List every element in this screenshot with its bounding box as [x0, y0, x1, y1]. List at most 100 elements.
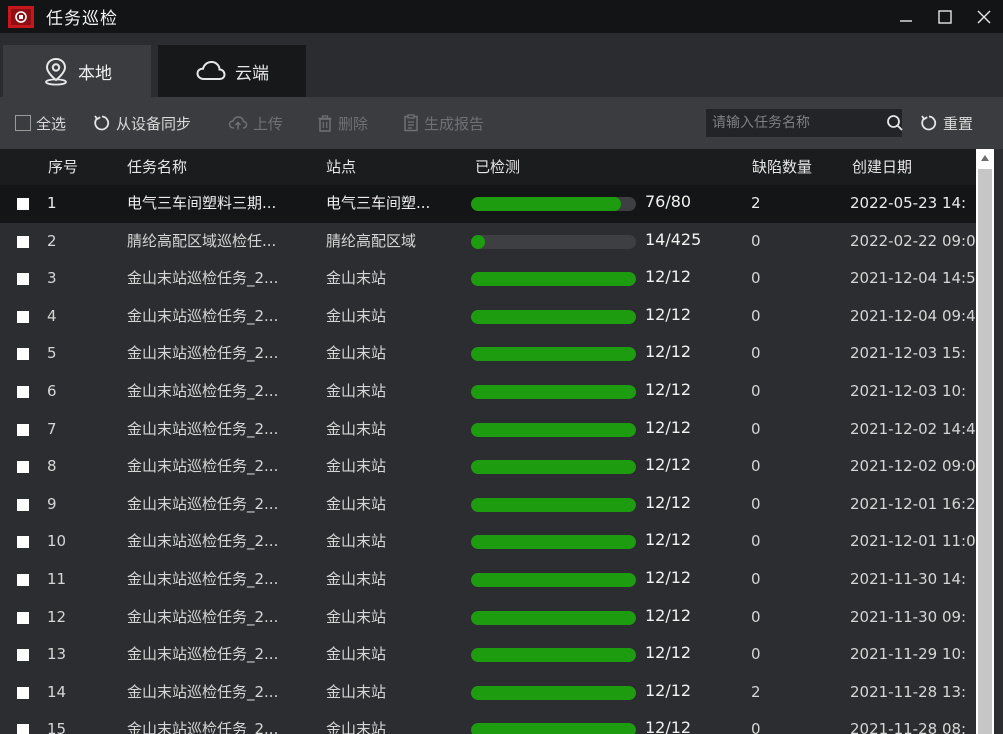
row-progress-text: 12/12 [645, 567, 692, 587]
table-row[interactable]: 7 金山末站巡检任务_2... 金山末站 12/12 0 2021-12-02 14:4 [0, 411, 976, 449]
table-header: 序号 任务名称 站点 已检测 缺陷数量 创建日期 [0, 149, 976, 185]
table-row[interactable]: 8 金山末站巡检任务_2... 金山末站 12/12 0 2021-12-02 09:0 [0, 448, 976, 486]
column-header-index[interactable]: 序号 [48, 149, 78, 185]
row-task-name: 金山末站巡检任务_2... [127, 682, 279, 701]
row-created-date: 2021-12-03 15: [850, 344, 967, 363]
row-site: 金山末站 [326, 532, 387, 551]
row-created-date: 2021-11-30 09: [850, 607, 967, 626]
vertical-scrollbar[interactable] [976, 149, 994, 734]
tab-cloud[interactable]: 云端 [158, 45, 306, 97]
table-row[interactable]: 3 金山末站巡检任务_2... 金山末站 12/12 0 2021-12-04 14:5 [0, 260, 976, 298]
row-index: 5 [47, 344, 57, 363]
row-index: 1 [47, 194, 57, 212]
row-task-name: 金山末站巡检任务_2... [127, 306, 279, 325]
table-row[interactable]: 1 电气三车间塑料三期... 电气三车间塑... 76/80 2 2022-05-23 1… [0, 185, 976, 223]
row-index: 6 [47, 381, 57, 400]
close-button[interactable] [964, 0, 1003, 33]
row-checkbox[interactable] [17, 611, 29, 624]
progress-bar-fill [471, 535, 636, 550]
row-site: 金山末站 [326, 381, 387, 400]
progress-bar-fill [471, 497, 636, 512]
tab-local-label: 本地 [78, 63, 112, 84]
select-all-checkbox[interactable]: 全选 [15, 97, 66, 149]
minimize-button[interactable] [886, 0, 925, 33]
row-site: 腈纶高配区域 [326, 231, 417, 250]
table-row[interactable]: 6 金山末站巡检任务_2... 金山末站 12/12 0 2021-12-03 10: [0, 373, 976, 411]
row-checkbox[interactable] [17, 423, 29, 436]
row-task-name: 金山末站巡检任务_2... [127, 344, 279, 363]
row-site: 金山末站 [326, 682, 387, 701]
row-site: 金山末站 [326, 720, 387, 734]
column-header-checked[interactable]: 已检测 [475, 149, 520, 185]
row-task-name: 金山末站巡检任务_2... [127, 494, 279, 513]
row-checkbox[interactable] [17, 385, 29, 398]
location-pin-icon [45, 57, 67, 86]
tab-local[interactable]: 本地 [3, 45, 151, 97]
row-checkbox[interactable] [17, 686, 29, 699]
search-icon [887, 115, 903, 131]
row-checkbox[interactable] [17, 235, 29, 248]
maximize-button[interactable] [925, 0, 964, 33]
table-row[interactable]: 13 金山末站巡检任务_2... 金山末站 12/12 0 2021-11-29 10: [0, 636, 976, 674]
row-task-name: 腈纶高配区域巡检任... [127, 231, 277, 250]
row-created-date: 2021-12-01 11:0 [850, 532, 976, 551]
table-row[interactable]: 14 金山末站巡检任务_2... 金山末站 12/12 2 2021-11-28 13: [0, 674, 976, 712]
progress-bar [471, 272, 636, 287]
column-header-site[interactable]: 站点 [326, 149, 356, 185]
row-created-date: 2021-12-02 09:0 [850, 457, 976, 476]
row-checkbox[interactable] [17, 273, 29, 286]
delete-button[interactable]: 删除 [317, 97, 368, 149]
window-controls [886, 0, 1003, 33]
progress-bar [471, 234, 636, 249]
row-defect-count: 0 [751, 645, 761, 664]
generate-report-button[interactable]: 生成报告 [403, 97, 484, 149]
row-site: 金山末站 [326, 306, 387, 325]
table-row[interactable]: 12 金山末站巡检任务_2... 金山末站 12/12 0 2021-11-30 09: [0, 599, 976, 637]
scroll-thumb[interactable] [978, 169, 992, 734]
row-checkbox[interactable] [17, 536, 29, 549]
row-checkbox[interactable] [17, 198, 29, 210]
table-row[interactable]: 4 金山末站巡检任务_2... 金山末站 12/12 0 2021-12-04 09:4 [0, 298, 976, 336]
scroll-up-button[interactable] [976, 149, 994, 167]
search-button[interactable] [886, 109, 904, 137]
progress-bar-fill [471, 197, 621, 211]
progress-bar [471, 197, 636, 211]
row-checkbox[interactable] [17, 498, 29, 511]
row-index: 11 [47, 569, 67, 588]
table-row[interactable]: 2 腈纶高配区域巡检任... 腈纶高配区域 14/425 0 2022-02-22 09:… [0, 223, 976, 261]
row-progress-text: 12/12 [645, 680, 692, 700]
row-checkbox[interactable] [17, 461, 29, 474]
row-checkbox[interactable] [17, 724, 29, 734]
row-checkbox[interactable] [17, 649, 29, 662]
reset-button[interactable]: 重置 [920, 97, 973, 149]
sync-from-device-button[interactable]: 从设备同步 [93, 97, 191, 149]
row-created-date: 2021-11-30 14: [850, 569, 967, 588]
row-index: 2 [47, 231, 57, 250]
row-task-name: 金山末站巡检任务_2... [127, 645, 279, 664]
row-task-name: 金山末站巡检任务_2... [127, 419, 279, 438]
progress-bar [471, 723, 636, 734]
table-row[interactable]: 15 金山末站巡检任务_2... 金山末站 12/12 0 2021-11-28 08: [0, 711, 976, 734]
table-row[interactable]: 9 金山末站巡检任务_2... 金山末站 12/12 0 2021-12-01 16:2 [0, 486, 976, 524]
row-created-date: 2022-05-23 14: [850, 194, 967, 212]
row-defect-count: 0 [751, 381, 761, 400]
row-index: 12 [47, 607, 67, 626]
row-checkbox[interactable] [17, 310, 29, 323]
column-header-task-name[interactable]: 任务名称 [127, 149, 187, 185]
column-header-defects[interactable]: 缺陷数量 [752, 149, 812, 185]
row-site: 电气三车间塑... [326, 194, 431, 212]
progress-bar [471, 610, 636, 625]
progress-bar-fill [471, 347, 636, 362]
table-body: 1 电气三车间塑料三期... 电气三车间塑... 76/80 2 2022-05-23 1… [0, 185, 976, 734]
table-row[interactable]: 10 金山末站巡检任务_2... 金山末站 12/12 0 2021-12-01 11:0 [0, 523, 976, 561]
row-defect-count: 0 [751, 720, 761, 734]
upload-button[interactable]: 上传 [228, 97, 283, 149]
progress-bar [471, 497, 636, 512]
column-header-created-date[interactable]: 创建日期 [852, 149, 912, 185]
table-row[interactable]: 5 金山末站巡检任务_2... 金山末站 12/12 0 2021-12-03 15: [0, 335, 976, 373]
row-checkbox[interactable] [17, 573, 29, 586]
table-row[interactable]: 11 金山末站巡检任务_2... 金山末站 12/12 0 2021-11-30 14: [0, 561, 976, 599]
progress-bar [471, 648, 636, 663]
row-checkbox[interactable] [17, 348, 29, 361]
search-input[interactable] [706, 109, 886, 137]
